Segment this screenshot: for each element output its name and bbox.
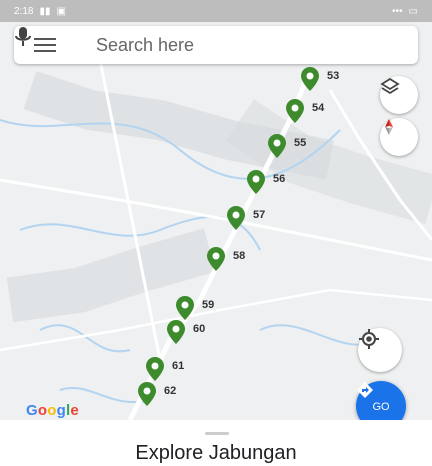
location-pin-icon [167, 320, 185, 344]
directions-icon [357, 382, 373, 398]
my-location-icon [359, 329, 379, 349]
marker-label: 53 [327, 70, 340, 82]
marker[interactable]: 62 [134, 381, 176, 407]
marker[interactable]: 59 [172, 295, 214, 321]
location-pin-icon [268, 134, 286, 158]
marker-label: 56 [273, 173, 286, 185]
google-logo: Google [26, 402, 79, 419]
status-bar: 2:18 ▮▮ ▣ ••• ▭ [0, 0, 432, 22]
location-pin-icon [176, 296, 194, 320]
layers-button[interactable] [380, 76, 418, 114]
marker[interactable]: 61 [142, 356, 184, 382]
status-indicators: ••• [392, 5, 403, 17]
go-label: GO [372, 401, 390, 413]
marker-label: 55 [294, 137, 307, 149]
location-pin-icon [138, 382, 156, 406]
marker-label: 62 [164, 385, 177, 397]
map-view[interactable]: 2:18 ▮▮ ▣ ••• ▭ Search here 53 54 55 56 … [0, 0, 432, 420]
logo-letter: o [37, 402, 48, 419]
marker[interactable]: 54 [282, 98, 324, 124]
marker-label: 54 [312, 102, 325, 114]
notification-icon: ▣ [56, 5, 66, 17]
marker[interactable]: 57 [223, 205, 265, 231]
location-pin-icon [247, 170, 265, 194]
status-time: 2:18 [14, 5, 34, 17]
location-pin-icon [227, 206, 245, 230]
marker[interactable]: 55 [264, 133, 306, 159]
signal-icon: ▮▮ [39, 5, 51, 17]
marker-label: 60 [193, 323, 206, 335]
search-bar[interactable]: Search here [14, 26, 418, 64]
location-pin-icon [207, 247, 225, 271]
sheet-handle[interactable] [205, 432, 229, 435]
logo-letter: G [26, 402, 38, 419]
marker-label: 61 [172, 360, 185, 372]
logo-letter: o [47, 402, 57, 419]
marker[interactable]: 60 [163, 319, 205, 345]
marker-label: 59 [202, 299, 215, 311]
layers-icon [380, 77, 400, 95]
location-pin-icon [301, 67, 319, 91]
compass-icon [385, 119, 393, 135]
mic-icon[interactable] [14, 26, 32, 48]
battery-icon: ▭ [408, 5, 418, 17]
location-pin-icon [286, 99, 304, 123]
marker-label: 58 [233, 250, 246, 262]
marker[interactable]: 53 [297, 66, 339, 92]
search-input[interactable]: Search here [96, 35, 404, 56]
explore-title: Explore Jabungan [135, 442, 297, 464]
logo-letter: g [56, 402, 66, 419]
location-pin-icon [146, 357, 164, 381]
menu-icon[interactable] [34, 38, 56, 52]
logo-letter: e [70, 402, 79, 419]
marker[interactable]: 56 [243, 169, 285, 195]
my-location-button[interactable] [358, 328, 402, 372]
marker[interactable]: 58 [203, 246, 245, 272]
marker-label: 57 [253, 209, 266, 221]
compass-button[interactable] [380, 118, 418, 156]
